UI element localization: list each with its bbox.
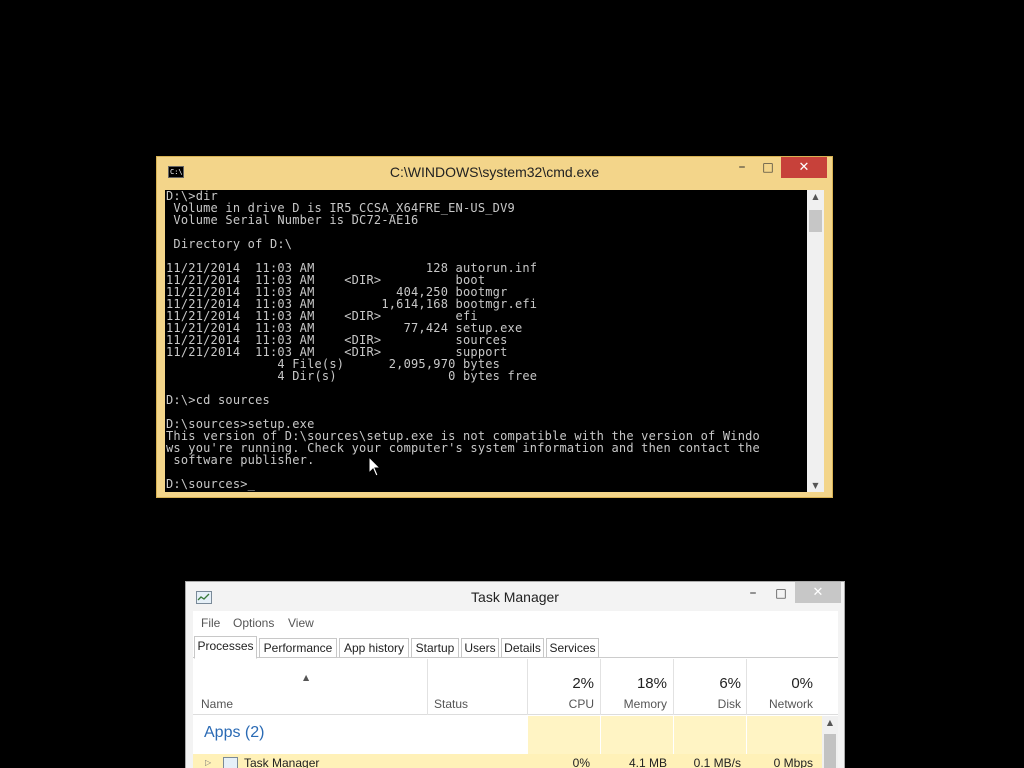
scroll-thumb[interactable] (809, 210, 822, 232)
column-header-cpu[interactable]: CPU (528, 697, 594, 711)
console-text: D:\>dir Volume in drive D is IR5_CCSA_X6… (166, 190, 760, 491)
minimize-button[interactable]: – (729, 157, 755, 178)
network-percent[interactable]: 0% (747, 675, 813, 692)
tab-services[interactable]: Services (546, 638, 599, 658)
group-header-apps: Apps (2) (204, 724, 265, 741)
process-memory: 4.1 MB (628, 756, 667, 768)
process-cpu: 0% (572, 756, 590, 768)
column-header-name[interactable]: Name (201, 697, 233, 711)
tab-performance[interactable]: Performance (259, 638, 337, 658)
menu-file[interactable]: File (201, 616, 220, 630)
column-header-network[interactable]: Network (747, 697, 813, 711)
vertical-scrollbar[interactable]: ▲ ▼ (807, 190, 824, 492)
process-disk: 0.1 MB/s (693, 756, 741, 768)
tab-app-history[interactable]: App history (339, 638, 409, 658)
sort-ascending-icon: ▲ (303, 673, 310, 682)
minimize-icon: – (738, 159, 746, 175)
menu-bar: File Options View (193, 611, 838, 635)
column-header-disk[interactable]: Disk (674, 697, 741, 711)
scroll-down-arrow-icon[interactable]: ▼ (807, 481, 824, 490)
process-network: 0 Mbps (773, 756, 813, 768)
column-header-status[interactable]: Status (434, 697, 468, 711)
maximize-icon: □ (762, 160, 774, 174)
column-divider[interactable] (427, 659, 428, 715)
menu-options[interactable]: Options (233, 616, 274, 630)
tab-startup[interactable]: Startup (411, 638, 459, 658)
mouse-pointer-icon (368, 456, 382, 477)
cpu-percent[interactable]: 2% (528, 675, 594, 692)
task-manager-icon (223, 757, 238, 768)
tab-strip: Processes Performance App history Startu… (193, 636, 838, 659)
close-button[interactable]: ✕ (795, 582, 841, 603)
expand-chevron-icon[interactable]: ▷ (205, 758, 211, 767)
memory-percent[interactable]: 18% (601, 675, 667, 692)
console-output[interactable]: D:\>dir Volume in drive D is IR5_CCSA_X6… (165, 190, 807, 492)
close-button[interactable]: ✕ (781, 157, 827, 178)
scroll-up-arrow-icon[interactable]: ▲ (822, 718, 838, 727)
process-name: Task Manager (244, 756, 320, 768)
vertical-scrollbar[interactable]: ▲ (822, 716, 838, 768)
process-list[interactable]: Apps (2) ▷ Task Manager 0% 4.1 MB 0.1 MB… (193, 716, 822, 768)
maximize-button[interactable]: □ (755, 157, 781, 178)
minimize-button[interactable]: – (739, 582, 767, 603)
task-manager-body: File Options View Processes Performance … (193, 611, 838, 768)
tab-details[interactable]: Details (501, 638, 544, 658)
cmd-title-bar[interactable]: C:\ C:\WINDOWS\system32\cmd.exe – □ ✕ (157, 157, 832, 189)
scroll-up-arrow-icon[interactable]: ▲ (807, 192, 824, 201)
table-row[interactable]: ▷ Task Manager 0% 4.1 MB 0.1 MB/s 0 Mbps (193, 754, 822, 768)
cmd-window[interactable]: C:\ C:\WINDOWS\system32\cmd.exe – □ ✕ D:… (156, 156, 833, 498)
column-header-memory[interactable]: Memory (601, 697, 667, 711)
tab-processes[interactable]: Processes (194, 636, 257, 659)
close-icon: ✕ (812, 585, 824, 600)
menu-view[interactable]: View (288, 616, 314, 630)
scroll-thumb[interactable] (824, 734, 836, 768)
maximize-button[interactable]: □ (767, 582, 795, 603)
maximize-icon: □ (775, 586, 787, 600)
column-header-row: ▲ Name Status 2% CPU 18% Memory 6% Disk … (193, 659, 838, 715)
disk-percent[interactable]: 6% (674, 675, 741, 692)
minimize-icon: – (749, 585, 757, 601)
task-manager-window[interactable]: Task Manager – □ ✕ File Options View Pro… (185, 581, 845, 768)
tab-users[interactable]: Users (461, 638, 499, 658)
close-icon: ✕ (798, 160, 810, 175)
